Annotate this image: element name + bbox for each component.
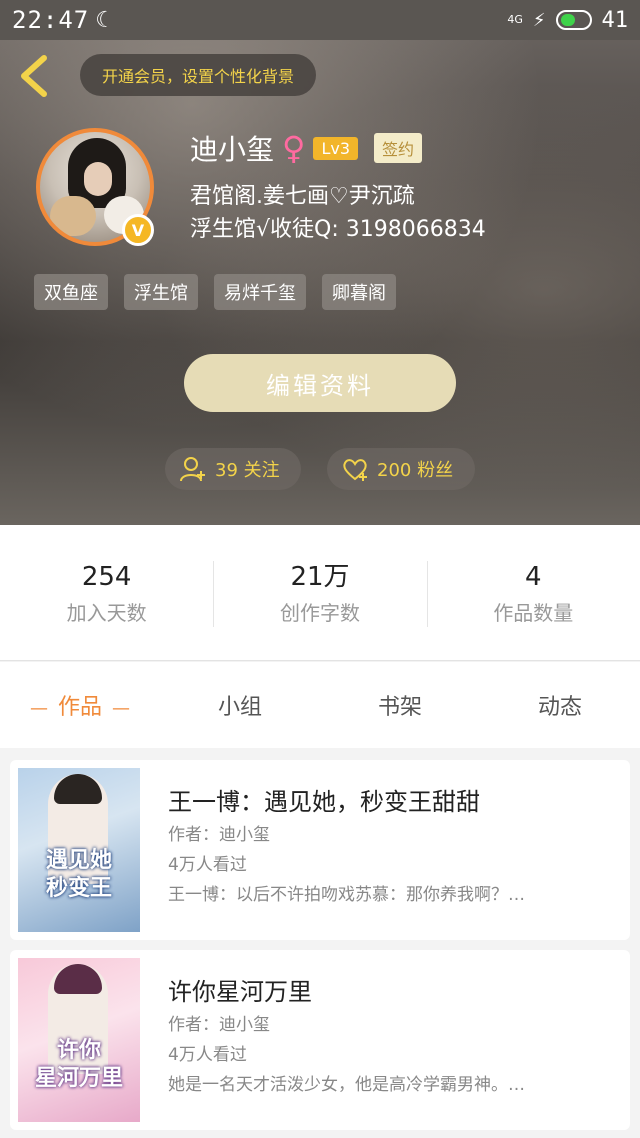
cover-title-line-1: 遇见她 <box>45 847 112 873</box>
stat-word-count: 21万 创作字数 <box>213 559 426 627</box>
network-indicator: 4G <box>507 13 523 26</box>
stat-label: 创作字数 <box>279 601 360 625</box>
female-icon: ♀ <box>282 129 306 167</box>
tag-item[interactable]: 卿暮阁 <box>322 274 396 310</box>
stat-value: 4 <box>525 562 542 592</box>
heart-plus-icon <box>343 459 367 481</box>
following-button[interactable]: 39 关注 <box>165 448 301 490</box>
tab-activity[interactable]: 动态 <box>480 689 640 721</box>
book-title: 许你星河万里 <box>168 978 312 1006</box>
stats-bar: 254 加入天数 21万 创作字数 4 作品数量 <box>0 525 640 661</box>
stat-label: 加入天数 <box>66 601 147 625</box>
status-bar: 22:47 ☾ 4G ⚡ 41 <box>0 0 640 40</box>
moon-icon: ☾ <box>95 7 115 33</box>
battery-icon <box>555 10 592 30</box>
chevron-left-icon <box>21 55 47 97</box>
stat-works-count: 4 作品数量 <box>426 559 640 627</box>
battery-level: 41 <box>601 7 629 33</box>
cover-title-line-1: 许你 <box>56 1037 101 1063</box>
fans-count: 200 粉丝 <box>377 460 454 481</box>
book-cover: 许你 星河万里 <box>18 958 140 1122</box>
tab-bookshelf[interactable]: 书架 <box>320 689 480 721</box>
edit-profile-button[interactable]: 编辑资料 <box>184 354 456 412</box>
tag-item[interactable]: 双鱼座 <box>34 274 108 310</box>
level-badge: Lv3 <box>313 136 359 160</box>
stat-value: 21万 <box>290 562 350 592</box>
tab-bar: 作品 小组 书架 动态 <box>0 662 640 748</box>
book-description: 她是一名天才活泼少女，他是高冷学霸男神。… <box>168 1075 525 1095</box>
name-row: 迪小玺 ♀ Lv3 签约 <box>190 128 423 168</box>
book-reads: 4万人看过 <box>168 855 247 875</box>
tab-groups[interactable]: 小组 <box>160 689 320 721</box>
tab-works[interactable]: 作品 <box>0 689 160 721</box>
cover-title-line-2: 星河万里 <box>34 1065 123 1091</box>
book-cover: 遇见她 秒变王 <box>18 768 140 932</box>
book-author: 作者：迪小玺 <box>168 1015 270 1035</box>
status-time: 22:47 <box>12 6 90 34</box>
book-author: 作者：迪小玺 <box>168 825 270 845</box>
cover-title-line-2: 秒变王 <box>45 875 112 901</box>
tag-item[interactable]: 易烊千玺 <box>214 274 306 310</box>
tag-item[interactable]: 浮生馆 <box>124 274 198 310</box>
book-card[interactable]: 许你 星河万里 许你星河万里 作者：迪小玺 4万人看过 她是一名天才活泼少女，他… <box>10 950 630 1130</box>
stat-value: 254 <box>81 562 132 592</box>
charging-icon: ⚡ <box>532 9 546 31</box>
book-title: 王一博：遇见她，秒变王甜甜 <box>168 788 480 816</box>
add-user-icon <box>180 457 205 482</box>
book-reads: 4万人看过 <box>168 1045 247 1065</box>
bio-line-2: 浮生馆√收徒Q: 3198066834 <box>190 217 486 242</box>
stat-join-days: 254 加入天数 <box>0 559 213 626</box>
profile-header: 22:47 ☾ 4G ⚡ 41 开通会员，设置个性化背景 V 迪小玺 ♀ Lv3… <box>0 0 640 525</box>
following-count: 39 关注 <box>215 460 280 481</box>
vip-banner[interactable]: 开通会员，设置个性化背景 <box>80 54 317 96</box>
username: 迪小玺 <box>190 133 275 166</box>
book-description: 王一博：以后不许拍吻戏苏慕：那你养我啊？… <box>168 885 525 905</box>
book-card[interactable]: 遇见她 秒变王 王一博：遇见她，秒变王甜甜 作者：迪小玺 4万人看过 王一博：以… <box>10 760 630 940</box>
fans-button[interactable]: 200 粉丝 <box>327 448 475 490</box>
stat-label: 作品数量 <box>493 601 574 625</box>
bio-line-1: 君馆阁.姜七画♡尹沉疏 <box>190 184 415 209</box>
signed-badge: 签约 <box>374 133 423 163</box>
back-button[interactable] <box>16 52 52 100</box>
verified-badge-icon: V <box>122 214 154 246</box>
tag-list: 双鱼座 浮生馆 易烊千玺 卿暮阁 <box>34 274 396 310</box>
